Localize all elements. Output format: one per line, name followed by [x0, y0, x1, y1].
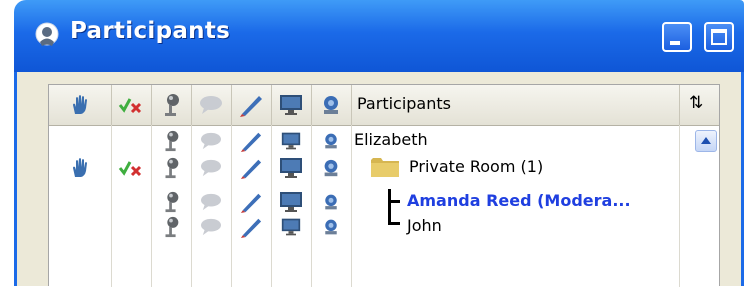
chat-bubble-icon[interactable]: [191, 155, 231, 180]
monitor-icon[interactable]: [271, 189, 311, 214]
scroll-up-button[interactable]: [695, 130, 717, 152]
approve-deny-icon[interactable]: [111, 85, 151, 125]
monitor-icon[interactable]: [271, 155, 311, 180]
title-bar[interactable]: Participants: [14, 0, 744, 72]
participant-row-john[interactable]: John: [49, 214, 679, 239]
chat-bubble-icon[interactable]: [191, 85, 231, 125]
webcam-icon[interactable]: [311, 214, 351, 239]
chat-bubble-icon[interactable]: [191, 128, 231, 153]
window-title: Participants: [70, 18, 231, 44]
sort-icon[interactable]: ⇅: [689, 93, 703, 113]
webcam-icon[interactable]: [311, 85, 351, 125]
microphone-icon[interactable]: [151, 128, 191, 153]
monitor-icon[interactable]: [271, 214, 311, 239]
webcam-icon[interactable]: [311, 189, 351, 214]
microphone-icon[interactable]: [151, 155, 191, 180]
private-room-row[interactable]: Private Room (1): [49, 155, 679, 180]
microphone-icon[interactable]: [151, 189, 191, 214]
pencil-icon[interactable]: [231, 214, 271, 239]
minimize-button[interactable]: [662, 22, 692, 52]
participant-row-elizabeth[interactable]: Elizabeth: [49, 128, 679, 153]
pencil-icon[interactable]: [231, 85, 271, 125]
participant-name: Elizabeth: [354, 130, 428, 149]
participants-icon: [35, 22, 59, 46]
maximize-button[interactable]: [704, 22, 734, 52]
list-header: Participants ⇅: [49, 85, 719, 126]
approve-deny-icon[interactable]: [111, 155, 151, 180]
pencil-icon[interactable]: [231, 155, 271, 180]
microphone-icon[interactable]: [151, 85, 191, 125]
participants-list: Participants ⇅ Elizabeth Private Room (1…: [48, 84, 720, 287]
monitor-icon[interactable]: [271, 85, 311, 125]
participants-window: Participants Participants ⇅ Elizabeth Pr…: [0, 0, 744, 287]
folder-icon: [371, 158, 399, 177]
participant-row-amanda-reed[interactable]: Amanda Reed (Modera...: [49, 189, 679, 214]
window-frame: Participants ⇅ Elizabeth Private Room (1…: [14, 72, 744, 287]
private-room-name: Private Room (1): [409, 157, 544, 176]
participant-name: John: [407, 216, 442, 235]
chat-bubble-icon[interactable]: [191, 214, 231, 239]
raised-hand-icon: [55, 155, 105, 180]
microphone-icon[interactable]: [151, 214, 191, 239]
webcam-icon[interactable]: [311, 155, 351, 180]
pencil-icon[interactable]: [231, 189, 271, 214]
pencil-icon[interactable]: [231, 128, 271, 153]
chat-bubble-icon[interactable]: [191, 189, 231, 214]
moderator-name: Amanda Reed (Modera...: [407, 191, 631, 210]
hand-icon[interactable]: [55, 85, 105, 125]
monitor-icon[interactable]: [271, 128, 311, 153]
webcam-icon[interactable]: [311, 128, 351, 153]
participants-column-header[interactable]: Participants: [357, 94, 451, 113]
